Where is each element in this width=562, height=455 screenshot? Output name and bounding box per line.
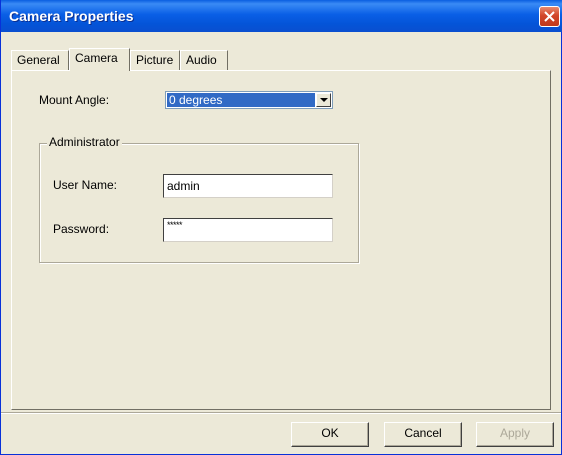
tab-general[interactable]: General: [11, 50, 69, 70]
cancel-button[interactable]: Cancel: [384, 422, 462, 447]
password-label: Password:: [53, 222, 110, 236]
mount-angle-value: 0 degrees: [167, 93, 315, 107]
username-field[interactable]: admin: [163, 174, 333, 198]
dialog-window: Camera Properties General Camera Picture…: [0, 0, 562, 455]
tab-audio[interactable]: Audio: [180, 50, 228, 70]
ok-button[interactable]: OK: [291, 422, 369, 447]
administrator-group-title: Administrator: [47, 135, 122, 149]
close-icon: [544, 11, 555, 22]
title-bar[interactable]: Camera Properties: [1, 0, 562, 32]
administrator-group: [39, 143, 359, 263]
mount-angle-label: Mount Angle:: [39, 93, 110, 107]
window-title: Camera Properties: [9, 8, 134, 24]
apply-button[interactable]: Apply: [476, 422, 554, 447]
chevron-down-icon: [320, 98, 328, 102]
tab-camera[interactable]: Camera: [69, 48, 130, 71]
button-separator: [1, 412, 561, 414]
dropdown-button[interactable]: [316, 93, 331, 107]
password-field[interactable]: *****: [163, 218, 333, 242]
mount-angle-select[interactable]: 0 degrees: [165, 91, 333, 109]
tab-picture[interactable]: Picture: [130, 50, 180, 70]
username-label: User Name:: [53, 178, 118, 192]
close-button[interactable]: [539, 6, 560, 27]
